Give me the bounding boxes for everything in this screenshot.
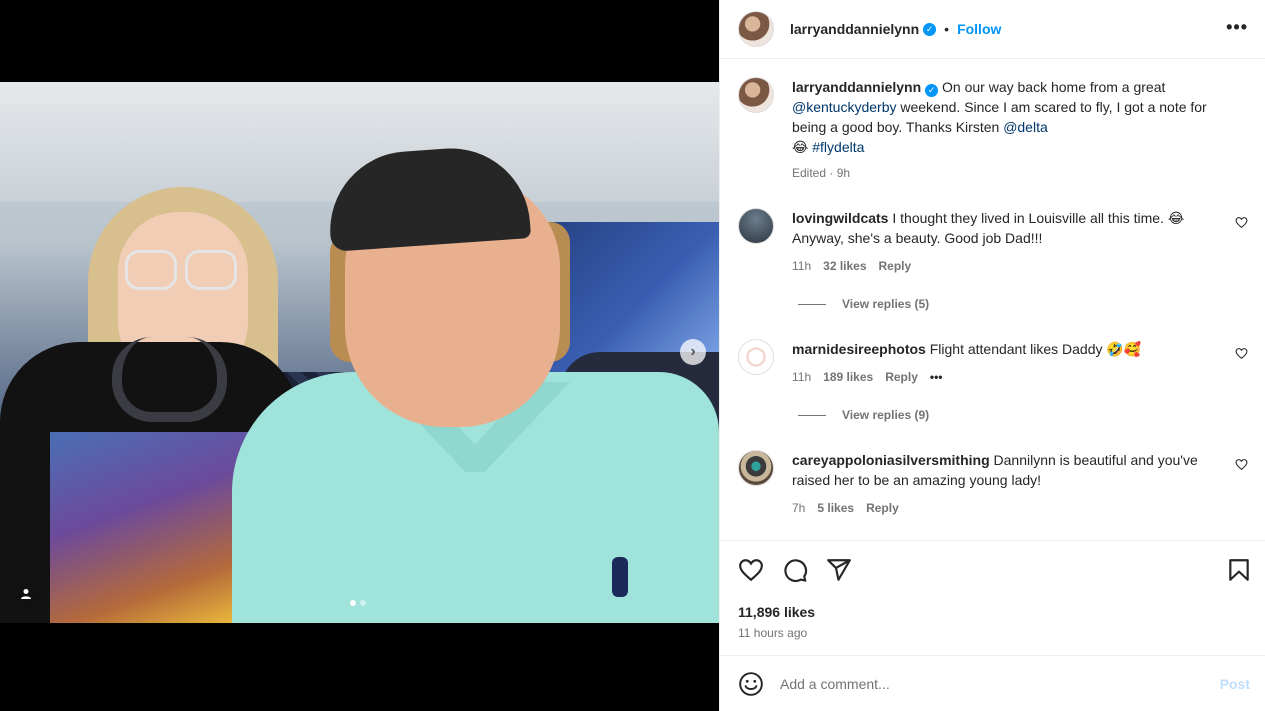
post-button[interactable]: Post (1220, 676, 1250, 692)
follow-button[interactable]: Follow (957, 21, 1001, 37)
comment-avatar[interactable] (738, 339, 774, 375)
carousel-dots (350, 600, 366, 606)
tagged-users-button[interactable] (12, 580, 40, 608)
chevron-right-icon: › (690, 343, 696, 360)
comments-feed[interactable]: larryanddannielynn ✓ On our way back home… (720, 60, 1265, 540)
post-actions: 11,896 likes 11 hours ago (720, 540, 1265, 655)
post-photo[interactable] (0, 82, 719, 623)
author-username[interactable]: larryanddannielynn (790, 21, 919, 37)
author-avatar[interactable] (738, 11, 774, 47)
comment-body: careyappoloniasilversmithing Dannilynn i… (792, 450, 1212, 518)
view-replies-label: View replies (9) (842, 408, 930, 422)
carousel-dot (360, 600, 366, 606)
comment-meta: 7h 5 likes Reply (792, 498, 1212, 518)
comment-likes[interactable]: 32 likes (823, 256, 866, 276)
comment-text: Flight attendant likes Daddy 🤣🥰 (929, 341, 1142, 357)
caption-meta: Edited · 9h (792, 163, 1212, 183)
post-time: 11 hours ago (738, 626, 808, 640)
caption-body: larryanddannielynn ✓ On our way back home… (792, 77, 1212, 183)
more-options-icon[interactable]: ••• (1226, 17, 1248, 38)
media-panel: › (0, 0, 719, 711)
comment-meta: 11h 189 likes Reply ••• (792, 367, 1212, 387)
caption-avatar[interactable] (738, 77, 774, 113)
hashtag-flydelta[interactable]: #flydelta (812, 139, 864, 155)
photo-headphones (112, 337, 227, 422)
mention-kentuckyderby[interactable]: @kentuckyderby (792, 99, 896, 115)
comment-icon[interactable] (782, 557, 808, 583)
comment-time: 11h (792, 259, 812, 273)
view-replies-label: View replies (5) (842, 297, 930, 311)
view-replies-button[interactable]: View replies (9) (798, 408, 929, 422)
comment-meta: 11h 32 likes Reply (792, 256, 1212, 276)
view-replies-button[interactable]: View replies (5) (798, 297, 929, 311)
instagram-post-modal: › larryanddannielynn ✓ • Follow ••• larr… (0, 0, 1265, 711)
replies-line (798, 414, 826, 416)
carousel-dot-active (350, 600, 356, 606)
comment-body: marnidesireephotos Flight attendant like… (792, 339, 1212, 387)
comment-composer: Post (720, 655, 1265, 711)
author-info: larryanddannielynn ✓ • Follow (790, 21, 1001, 37)
comment-item: marnidesireephotos Flight attendant like… (738, 339, 1248, 387)
action-icons (738, 557, 852, 583)
heart-icon[interactable] (1235, 347, 1248, 360)
post-header: larryanddannielynn ✓ • Follow ••• (720, 0, 1265, 59)
comment-likes[interactable]: 189 likes (823, 367, 873, 387)
reply-button[interactable]: Reply (879, 256, 912, 276)
comment-body: lovingwildcats I thought they lived in L… (792, 208, 1212, 276)
caption: larryanddannielynn ✓ On our way back home… (738, 77, 1248, 183)
comment-item: lovingwildcats I thought they lived in L… (738, 208, 1248, 276)
comment-input[interactable] (780, 675, 1200, 692)
heart-icon[interactable] (1235, 216, 1248, 229)
reply-button[interactable]: Reply (866, 498, 899, 518)
comment-avatar[interactable] (738, 450, 774, 486)
caption-emoji: 😂 (792, 139, 809, 155)
like-heart-icon[interactable] (738, 557, 764, 583)
comment-username[interactable]: careyappoloniasilversmithing (792, 452, 990, 468)
bookmark-icon[interactable] (1226, 557, 1252, 583)
photo-polo-logo (612, 557, 628, 597)
mention-delta[interactable]: @delta (1003, 119, 1048, 135)
heart-icon[interactable] (1235, 458, 1248, 471)
next-slide-button[interactable]: › (680, 339, 706, 365)
photo-glasses (125, 250, 240, 292)
likes-count[interactable]: 11,896 likes (738, 604, 815, 620)
replies-line (798, 303, 826, 305)
emoji-icon[interactable] (738, 671, 764, 697)
comment-likes[interactable]: 5 likes (817, 498, 854, 518)
comment-username[interactable]: lovingwildcats (792, 210, 888, 226)
comment-time: 7h (792, 501, 806, 515)
post-details-panel: larryanddannielynn ✓ • Follow ••• larrya… (719, 0, 1265, 711)
caption-edited-time: Edited · 9h (792, 166, 851, 180)
reply-button[interactable]: Reply (885, 367, 918, 387)
share-icon[interactable] (826, 557, 852, 583)
caption-text-1: On our way back home from a great (942, 79, 1166, 95)
user-icon (21, 589, 31, 599)
comment-item: careyappoloniasilversmithing Dannilynn i… (738, 450, 1248, 518)
comment-username[interactable]: marnidesireephotos (792, 341, 926, 357)
caption-username[interactable]: larryanddannielynn (792, 79, 921, 95)
verified-badge-icon: ✓ (923, 22, 937, 36)
photo-shirt-print (50, 432, 255, 623)
comment-time: 11h (792, 370, 812, 384)
comment-more-icon[interactable]: ••• (930, 367, 943, 387)
comment-avatar[interactable] (738, 208, 774, 244)
verified-badge-icon: ✓ (925, 84, 939, 97)
separator-dot: • (944, 21, 950, 37)
